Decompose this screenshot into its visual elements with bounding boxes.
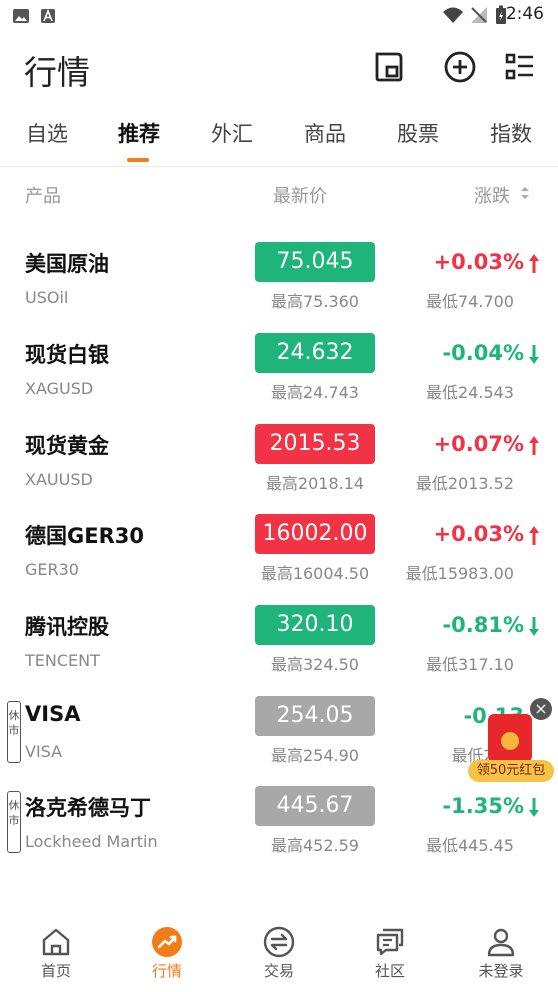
instrument-name: 德国GER30 [25,524,144,548]
quote-row[interactable]: 休市 洛克希德马丁 Lockheed Martin 445.67 最高452.5… [0,786,558,876]
arrow-down-icon [529,617,539,636]
tab-stocks[interactable]: 股票 [397,118,439,148]
day-high: 最高24.743 [271,383,359,402]
arrow-up-icon [529,526,539,545]
home-icon [42,928,70,956]
column-product: 产品 [25,186,61,207]
day-high: 最高452.59 [271,836,359,855]
change-percent: +0.07% [433,432,524,456]
market-closed-tag: 休市 [7,701,21,763]
day-low: 最低445.45 [426,836,514,855]
instrument-name: 美国原油 [25,252,109,276]
bottom-nav: 首页 行情 交易 社区 未登录 [0,918,558,992]
page-title: 行情 [24,53,90,92]
price-box[interactable]: 2015.53 [255,424,375,464]
red-packet-promo[interactable]: × 领50元红包 [468,696,556,788]
quote-row[interactable]: 美国原油 USOil 75.045 最高75.360 +0.03% 最低74.7… [0,242,558,332]
tab-forex[interactable]: 外汇 [211,118,253,148]
day-low: 最低74.700 [426,292,514,311]
change-percent: -0.04% [442,341,524,365]
nav-trade[interactable]: 交易 [234,918,324,981]
exchange-icon [263,926,295,958]
day-low: 最低317.10 [426,655,514,674]
font-a-icon [41,8,55,23]
market-tabs: 自选 推荐 外汇 商品 股票 指数 [0,112,558,167]
coin-icon [501,732,519,750]
instrument-name: VISA [25,702,81,726]
add-icon[interactable] [443,50,477,84]
day-high: 最高324.50 [271,655,359,674]
nav-profile[interactable]: 未登录 [456,918,546,981]
instrument-code: XAGUSD [25,379,94,398]
tab-indices[interactable]: 指数 [490,118,532,148]
day-high: 最高2018.14 [265,474,365,493]
day-high: 最高254.90 [271,746,359,765]
column-change[interactable]: 涨跌 [474,182,510,208]
instrument-code: GER30 [25,560,79,579]
price-box[interactable]: 75.045 [255,242,375,282]
arrow-down-icon [529,345,539,364]
no-signal-icon [471,7,487,23]
market-closed-tag: 休市 [7,791,21,853]
close-icon[interactable]: × [530,698,552,720]
quote-row[interactable]: 现货白银 XAGUSD 24.632 最高24.743 -0.04% 最低24.… [0,333,558,423]
day-high: 最高75.360 [271,292,359,311]
nav-profile-label: 未登录 [478,962,524,980]
day-high: 最高16004.50 [260,564,370,583]
promo-label[interactable]: 领50元红包 [468,760,554,782]
active-tab-indicator [127,158,149,162]
sort-icon[interactable] [520,186,530,200]
nav-market-label: 行情 [151,962,182,980]
day-low: 最低24.543 [426,383,514,402]
instrument-name: 腾讯控股 [25,615,109,639]
status-bar: 2:46 [0,0,558,32]
day-low: 最低2013.52 [415,474,514,493]
image-icon [13,9,29,23]
tab-recommended[interactable]: 推荐 [118,118,160,148]
chat-icon [376,928,404,956]
tab-commodities[interactable]: 商品 [304,118,346,148]
nav-home[interactable]: 首页 [11,918,101,981]
list-menu-icon[interactable] [503,50,537,84]
header: 行情 [0,40,558,100]
arrow-up-icon [529,254,539,273]
nav-community-label: 社区 [374,962,405,980]
user-icon [487,928,515,957]
nav-home-label: 首页 [40,962,71,980]
change-percent: -1.35% [442,794,524,818]
instrument-code: TENCENT [25,651,100,670]
day-low: 最低15983.00 [405,564,514,583]
change-percent: +0.03% [433,522,524,546]
quote-row[interactable]: 腾讯控股 TENCENT 320.10 最高324.50 -0.81% 最低31… [0,605,558,695]
instrument-name: 现货白银 [25,343,109,367]
arrow-up-icon [529,436,539,455]
price-box[interactable]: 445.67 [255,786,375,826]
price-box[interactable]: 24.632 [255,333,375,373]
quote-row[interactable]: 现货黄金 XAUUSD 2015.53 最高2018.14 +0.07% 最低2… [0,424,558,514]
nav-trade-label: 交易 [263,962,294,980]
price-box[interactable]: 254.05 [255,696,375,736]
price-box[interactable]: 16002.00 [255,514,375,554]
instrument-code: VISA [25,742,63,761]
column-latest-price[interactable]: 最新价 [273,182,327,208]
tab-watchlist[interactable]: 自选 [26,118,68,148]
arrow-down-icon [529,798,539,817]
nav-market[interactable]: 行情 [122,918,212,981]
status-time: 2:46 [505,4,544,24]
instrument-name: 现货黄金 [25,434,109,458]
instrument-name: 洛克希德马丁 [25,796,151,820]
quote-row[interactable]: 德国GER30 GER30 16002.00 最高16004.50 +0.03%… [0,514,558,604]
card-view-icon[interactable] [372,50,406,84]
nav-community[interactable]: 社区 [345,918,435,981]
instrument-code: USOil [25,288,69,307]
instrument-code: XAUUSD [25,470,93,489]
change-percent: -0.81% [442,613,524,637]
instrument-code: Lockheed Martin [25,832,158,851]
wifi-icon [443,7,463,23]
trend-icon [152,927,182,957]
change-percent: +0.03% [433,250,524,274]
price-box[interactable]: 320.10 [255,605,375,645]
